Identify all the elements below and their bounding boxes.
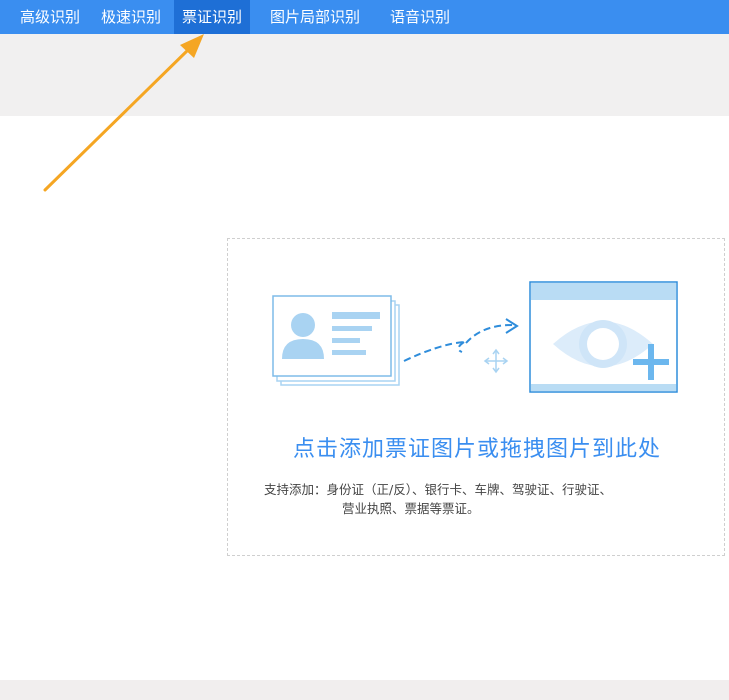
upload-dropzone[interactable]: 点击添加票证图片或拖拽图片到此处 支持添加：身份证（正/反）、银行卡、车牌、驾驶… [227,238,725,556]
supported-types-text: 支持添加：身份证（正/反）、银行卡、车牌、驾驶证、行驶证、 营业执照、票据等票证… [264,480,694,518]
eye-icon [529,281,678,393]
top-nav-bar: 高级识别 极速识别 票证识别 图片局部识别 语音识别 [0,0,729,34]
supported-types-line-1: 支持添加：身份证（正/反）、银行卡、车牌、驾驶证、行驶证、 [264,482,612,497]
toolbar-area [0,34,729,116]
tab-ticket-recognition[interactable]: 票证识别 [174,0,251,34]
tab-advanced-recognition[interactable]: 高级识别 [20,0,80,34]
upload-illustration [272,281,678,393]
footer-band [0,680,729,700]
supported-types-line-2: 营业执照、票据等票证。 [342,501,480,516]
tab-voice-recognition[interactable]: 语音识别 [390,0,450,34]
id-card-icon [272,295,400,386]
move-icon [483,348,509,374]
tab-partial-image-recognition[interactable]: 图片局部识别 [270,0,360,34]
upload-prompt[interactable]: 点击添加票证图片或拖拽图片到此处 [228,431,726,463]
tab-fast-recognition[interactable]: 极速识别 [101,0,161,34]
